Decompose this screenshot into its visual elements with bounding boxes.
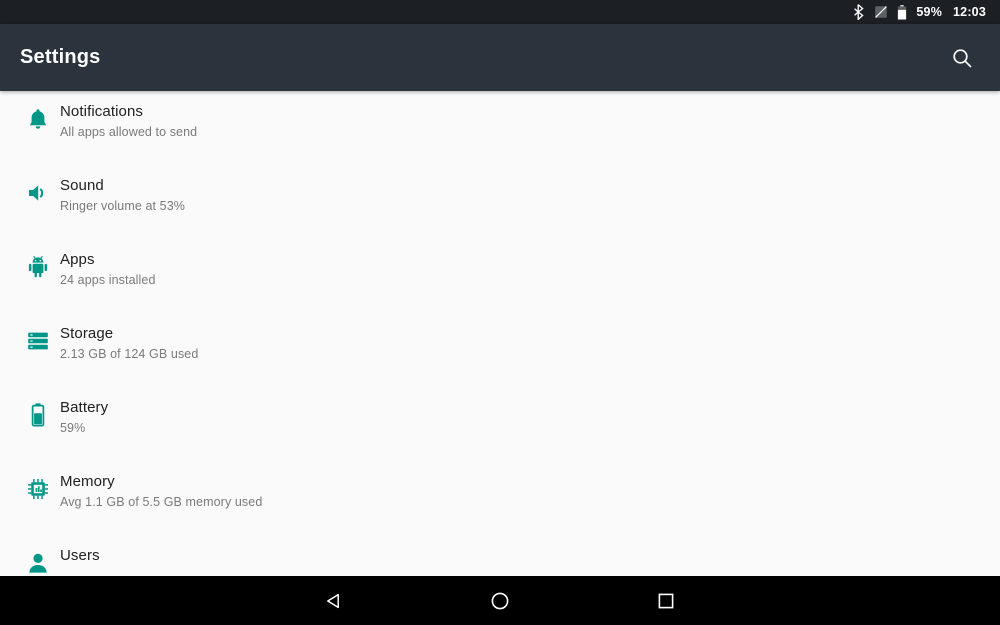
bell-icon — [16, 91, 60, 143]
settings-row-title: Memory — [60, 473, 115, 490]
settings-row-text: Memory Avg 1.1 GB of 5.5 GB memory used — [60, 461, 262, 511]
search-icon — [953, 48, 972, 68]
page-title: Settings — [20, 46, 101, 68]
search-button[interactable] — [942, 38, 982, 78]
settings-row-text: Sound Ringer volume at 53% — [60, 165, 185, 215]
settings-row-memory[interactable]: Memory Avg 1.1 GB of 5.5 GB memory used — [0, 461, 1000, 535]
home-button[interactable] — [417, 576, 583, 625]
recents-square-icon — [658, 593, 674, 608]
settings-row-subtitle: 59% — [60, 421, 86, 435]
settings-row-subtitle: 24 apps installed — [60, 273, 156, 287]
app-bar: Settings — [0, 24, 1000, 91]
navigation-bar — [0, 576, 1000, 625]
settings-row-subtitle: Ringer volume at 53% — [60, 199, 185, 213]
settings-row-title: Users — [60, 547, 100, 564]
signal-no-sim-icon — [875, 6, 888, 18]
android-icon — [16, 239, 60, 291]
android-settings-screen: 59% 12:03 Settings Notifications All app… — [0, 0, 1000, 625]
recents-button[interactable] — [583, 576, 749, 625]
settings-row-apps[interactable]: Apps 24 apps installed — [0, 239, 1000, 313]
settings-row-storage[interactable]: Storage 2.13 GB of 124 GB used — [0, 313, 1000, 387]
back-button[interactable] — [251, 576, 417, 625]
battery-percent-label: 59% — [916, 4, 943, 19]
settings-row-title: Notifications — [60, 103, 144, 120]
settings-row-battery[interactable]: Battery 59% — [0, 387, 1000, 461]
bluetooth-icon — [854, 4, 865, 20]
memory-icon — [16, 461, 60, 513]
settings-row-subtitle: All apps allowed to send — [60, 125, 198, 139]
settings-row-subtitle: 2.13 GB of 124 GB used — [60, 347, 199, 361]
settings-row-subtitle: Avg 1.1 GB of 5.5 GB memory used — [60, 495, 263, 509]
status-bar: 59% 12:03 — [0, 0, 1000, 24]
volume-icon — [16, 165, 60, 217]
settings-row-users[interactable]: Users — [0, 535, 1000, 576]
battery-icon — [898, 4, 907, 19]
settings-list[interactable]: Notifications All apps allowed to send S… — [0, 91, 1000, 576]
settings-row-text: Apps 24 apps installed — [60, 239, 156, 289]
status-bar-clock: 12:03 — [953, 4, 986, 19]
settings-row-text: Notifications All apps allowed to send — [60, 91, 197, 141]
settings-row-notifications[interactable]: Notifications All apps allowed to send — [0, 91, 1000, 165]
person-icon — [16, 535, 60, 576]
storage-icon — [16, 313, 60, 365]
home-circle-icon — [491, 592, 509, 609]
settings-row-text: Battery 59% — [60, 387, 108, 437]
settings-row-text: Storage 2.13 GB of 124 GB used — [60, 313, 198, 363]
status-bar-icons: 59% — [853, 4, 942, 20]
settings-row-title: Apps — [60, 251, 95, 268]
settings-row-title: Storage — [60, 325, 114, 342]
settings-row-title: Battery — [60, 399, 109, 416]
settings-row-sound[interactable]: Sound Ringer volume at 53% — [0, 165, 1000, 239]
battery-icon — [16, 387, 60, 439]
settings-row-text: Users — [60, 535, 100, 568]
settings-row-title: Sound — [60, 177, 104, 194]
back-triangle-icon — [327, 593, 339, 608]
